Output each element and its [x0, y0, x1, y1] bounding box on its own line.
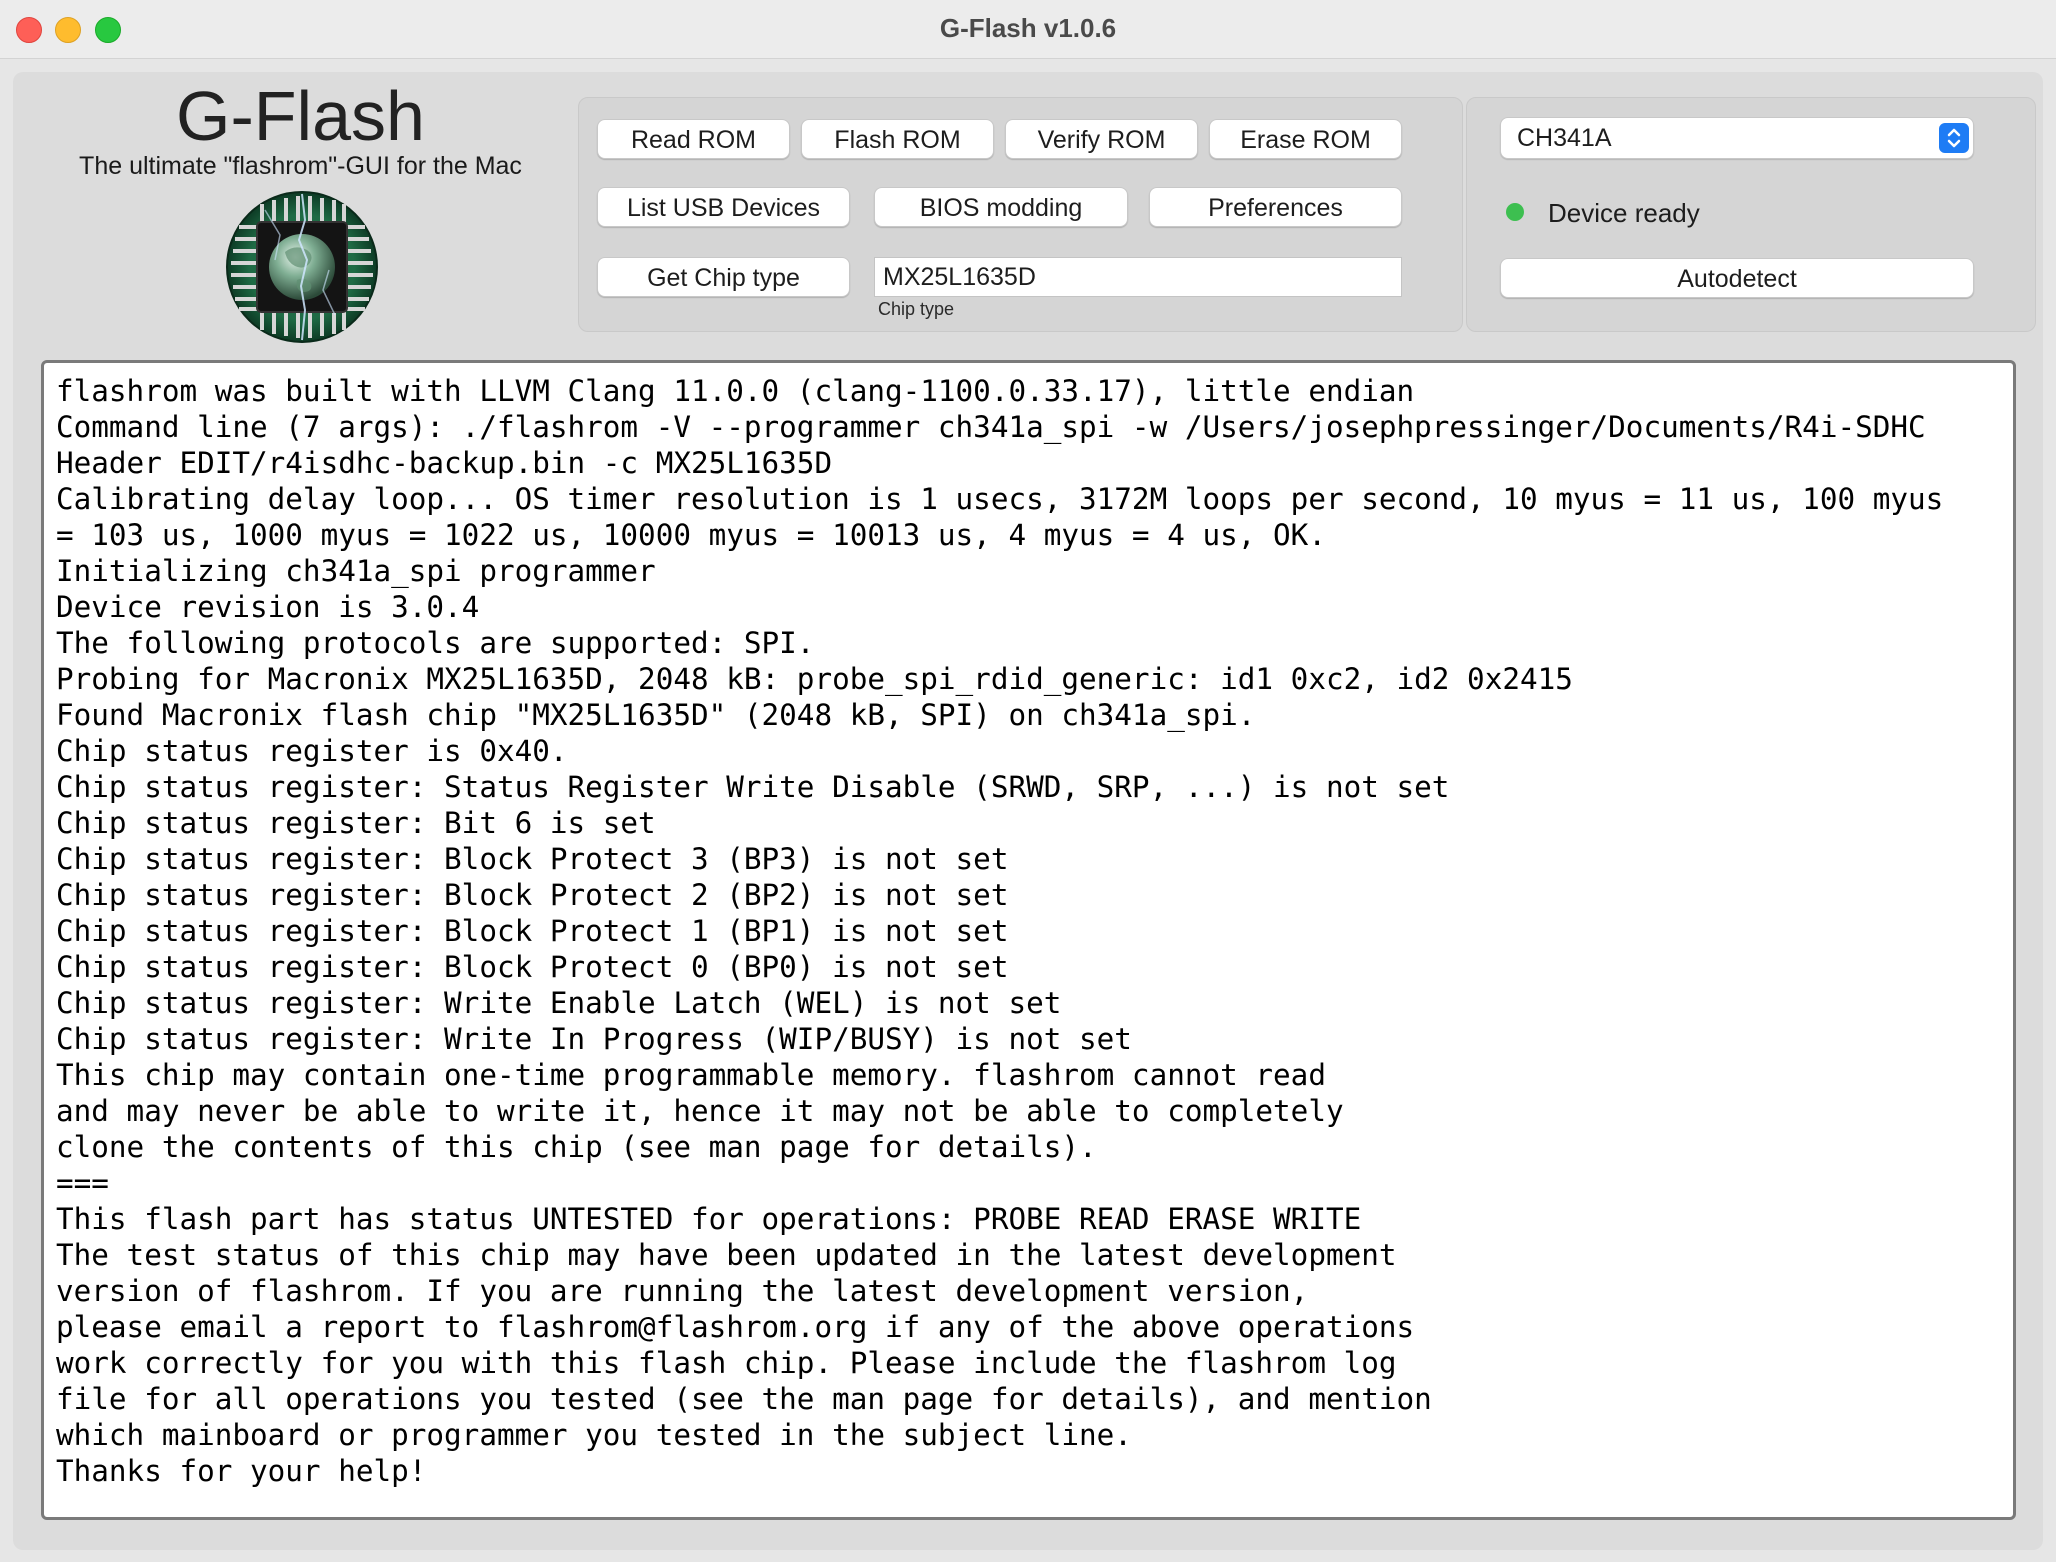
log-line: The following protocols are supported: S…: [56, 626, 815, 660]
log-line: This chip may contain one-time programma…: [56, 1058, 1326, 1092]
app-name: G-Flash: [176, 77, 425, 155]
log-line: = 103 us, 1000 myus = 1022 us, 10000 myu…: [56, 518, 1326, 552]
chip-globe-icon: [225, 190, 379, 344]
chip-type-label: Chip type: [878, 299, 955, 319]
log-line: ===: [56, 1166, 109, 1200]
flash-rom-button[interactable]: Flash ROM: [801, 119, 994, 159]
bios-modding-button[interactable]: BIOS modding: [874, 187, 1128, 227]
title-bar: G-Flash v1.0.6: [0, 0, 2056, 59]
log-line: Calibrating delay loop... OS timer resol…: [56, 482, 1944, 516]
log-line: Chip status register: Status Register Wr…: [56, 770, 1450, 804]
log-line: Header EDIT/r4isdhc-backup.bin -c MX25L1…: [56, 446, 833, 480]
preferences-button[interactable]: Preferences: [1149, 187, 1402, 227]
log-line: Chip status register: Write Enable Latch…: [56, 986, 1062, 1020]
log-line: Initializing ch341a_spi programmer: [56, 554, 656, 588]
log-line: Thanks for your help!: [56, 1454, 427, 1488]
list-usb-devices-button[interactable]: List USB Devices: [597, 187, 850, 227]
log-line: Chip status register: Block Protect 1 (B…: [56, 914, 1009, 948]
log-line: and may never be able to write it, hence…: [56, 1094, 1344, 1128]
device-status-dot: [1506, 203, 1524, 221]
log-line: Chip status register: Block Protect 2 (B…: [56, 878, 1009, 912]
log-line: Found Macronix flash chip "MX25L1635D" (…: [56, 698, 1256, 732]
log-lines: flashrom was built with LLVM Clang 11.0.…: [44, 363, 2013, 1489]
window-title: G-Flash v1.0.6: [939, 13, 1117, 43]
log-line: Chip status register is 0x40.: [56, 734, 568, 768]
verify-rom-button[interactable]: Verify ROM: [1005, 119, 1198, 159]
log-line: Chip status register: Block Protect 3 (B…: [56, 842, 1009, 876]
log-line: please email a report to flashrom@flashr…: [56, 1310, 1415, 1344]
chip-type-field[interactable]: MX25L1635D: [874, 257, 1402, 297]
autodetect-button[interactable]: Autodetect: [1500, 258, 1974, 298]
app-window: G-Flash v1.0.6 G-Flash The ultimate "fla…: [0, 0, 2056, 1562]
programmer-select[interactable]: CH341A: [1500, 117, 1974, 159]
log-line: Device revision is 3.0.4: [56, 590, 480, 624]
log-output[interactable]: flashrom was built with LLVM Clang 11.0.…: [41, 360, 2016, 1520]
erase-rom-button[interactable]: Erase ROM: [1209, 119, 1402, 159]
log-line: flashrom was built with LLVM Clang 11.0.…: [56, 374, 1415, 408]
log-line: which mainboard or programmer you tested…: [56, 1418, 1132, 1452]
log-line: version of flashrom. If you are running …: [56, 1274, 1309, 1308]
device-status-text: Device ready: [1548, 198, 1700, 228]
chevron-up-down-icon: [1939, 123, 1969, 153]
log-line: Chip status register: Bit 6 is set: [56, 806, 656, 840]
log-line: The test status of this chip may have be…: [56, 1238, 1397, 1272]
programmer-select-value: CH341A: [1517, 124, 1612, 152]
app-tagline: The ultimate "flashrom"-GUI for the Mac: [79, 152, 522, 180]
log-line: Probing for Macronix MX25L1635D, 2048 kB…: [56, 662, 1573, 696]
log-line: This flash part has status UNTESTED for …: [56, 1202, 1362, 1236]
log-line: Command line (7 args): ./flashrom -V --p…: [56, 410, 1926, 444]
read-rom-button[interactable]: Read ROM: [597, 119, 790, 159]
log-line: clone the contents of this chip (see man…: [56, 1130, 1097, 1164]
log-line: Chip status register: Write In Progress …: [56, 1022, 1132, 1056]
log-line: work correctly for you with this flash c…: [56, 1346, 1397, 1380]
log-line: Chip status register: Block Protect 0 (B…: [56, 950, 1009, 984]
log-line: file for all operations you tested (see …: [56, 1382, 1432, 1416]
get-chip-type-button[interactable]: Get Chip type: [597, 257, 850, 297]
